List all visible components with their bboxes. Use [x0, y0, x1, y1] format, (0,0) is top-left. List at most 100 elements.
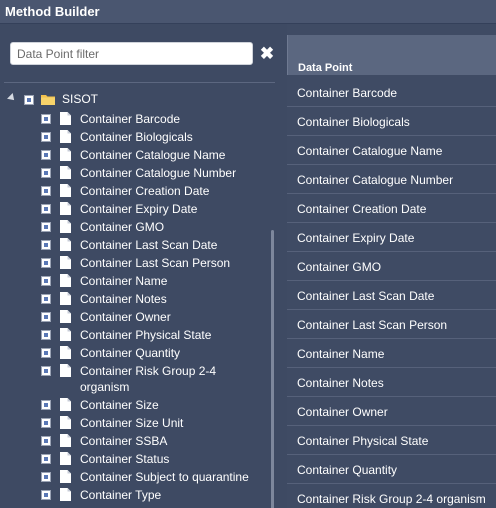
grid-row[interactable]: Container GMO	[287, 252, 496, 281]
tree-scrollbar[interactable]	[271, 230, 274, 508]
tree-checkbox[interactable]	[41, 330, 51, 340]
tree-item[interactable]: Container Size Unit	[0, 413, 270, 431]
grid-row[interactable]: Container Creation Date	[287, 194, 496, 223]
tree-checkbox[interactable]	[41, 258, 51, 268]
tree-item-label: Container Risk Group 2-4 organism	[80, 364, 217, 394]
grid-row[interactable]: Container Last Scan Date	[287, 281, 496, 310]
tree-item[interactable]: Container Biologicals	[0, 127, 270, 145]
data-point-tree: SISOT Container Barcode Container Biologi…	[0, 91, 270, 503]
tree-checkbox[interactable]	[41, 186, 51, 196]
tree-item[interactable]: Container Expiry Date	[0, 199, 270, 217]
tree-checkbox[interactable]	[41, 348, 51, 358]
tree-item[interactable]: Container Size	[0, 395, 270, 413]
tree-item[interactable]: Container Last Scan Date	[0, 235, 270, 253]
grid-cell-data-point: Container Expiry Date	[297, 231, 415, 245]
tree-item-label: Container GMO	[80, 220, 165, 234]
grid-cell-data-point: Container Notes	[297, 376, 384, 390]
grid-header[interactable]: Data Point	[287, 35, 496, 75]
document-icon	[60, 184, 71, 197]
document-icon	[60, 416, 71, 429]
tree-checkbox[interactable]	[41, 168, 51, 178]
grid-row[interactable]: Container Physical State	[287, 426, 496, 455]
tree-checkbox[interactable]	[41, 132, 51, 142]
tree-item-label: Container Biologicals	[80, 130, 193, 144]
tree-checkbox[interactable]	[41, 454, 51, 464]
tree-checkbox[interactable]	[41, 490, 51, 500]
grid-row[interactable]: Container Expiry Date	[287, 223, 496, 252]
tree-checkbox[interactable]	[41, 114, 51, 124]
grid-row[interactable]: Container Notes	[287, 368, 496, 397]
divider	[4, 82, 275, 83]
tree-checkbox[interactable]	[41, 312, 51, 322]
grid-cell-data-point: Container Last Scan Date	[297, 289, 435, 303]
document-icon	[60, 310, 71, 323]
grid-row[interactable]: Container Last Scan Person	[287, 310, 496, 339]
grid-cell-data-point: Container Creation Date	[297, 202, 427, 216]
tree-item[interactable]: Container SSBA	[0, 431, 270, 449]
tree-item[interactable]: Container Last Scan Person	[0, 253, 270, 271]
document-icon	[60, 328, 71, 341]
tree-item[interactable]: Container Subject to quarantine	[0, 467, 270, 485]
grid-row[interactable]: Container Owner	[287, 397, 496, 426]
close-icon[interactable]: ✖	[259, 43, 275, 65]
tree-checkbox[interactable]	[41, 150, 51, 160]
data-point-filter-input[interactable]	[10, 42, 253, 65]
tree-children: Container Barcode Container Biologicals Co…	[0, 109, 270, 503]
grid-row[interactable]: Container Barcode	[287, 78, 496, 107]
tree-checkbox[interactable]	[41, 276, 51, 286]
document-icon	[60, 398, 71, 411]
tree-checkbox[interactable]	[41, 418, 51, 428]
tree-item[interactable]: Container GMO	[0, 217, 270, 235]
tree-item-label: Container Size	[80, 398, 159, 412]
document-icon	[60, 130, 71, 143]
tree-checkbox[interactable]	[24, 95, 34, 105]
tree-item[interactable]: Container Type	[0, 485, 270, 503]
tree-item[interactable]: Container Quantity	[0, 343, 270, 361]
tree-checkbox[interactable]	[41, 400, 51, 410]
tree-item[interactable]: Container Physical State	[0, 325, 270, 343]
expand-arrow-icon[interactable]	[7, 93, 17, 103]
grid-row[interactable]: Container Name	[287, 339, 496, 368]
tree-item[interactable]: Container Creation Date	[0, 181, 270, 199]
grid-row[interactable]: Container Biologicals	[287, 107, 496, 136]
tree-checkbox[interactable]	[41, 204, 51, 214]
tree-checkbox[interactable]	[41, 366, 51, 376]
tree-item[interactable]: Container Status	[0, 449, 270, 467]
grid-row[interactable]: Container Catalogue Number	[287, 165, 496, 194]
tree-item-label: Container SSBA	[80, 434, 168, 448]
tree-item-label: Container Status	[80, 452, 170, 466]
document-icon	[60, 364, 71, 377]
tree-item-label: Container Owner	[80, 310, 171, 324]
tree-item-label: Container Quantity	[80, 346, 181, 360]
tree-checkbox[interactable]	[41, 472, 51, 482]
tree-item[interactable]: Container Name	[0, 271, 270, 289]
grid-rows: Container Barcode Container Biologicals Co…	[287, 78, 496, 508]
grid-row[interactable]: Container Quantity	[287, 455, 496, 484]
grid-cell-data-point: Container Catalogue Number	[297, 173, 454, 187]
document-icon	[60, 274, 71, 287]
grid-cell-data-point: Container Barcode	[297, 86, 398, 100]
document-icon	[60, 112, 71, 125]
tree-item[interactable]: Container Catalogue Number	[0, 163, 270, 181]
tree-item[interactable]: Container Notes	[0, 289, 270, 307]
tree-item-label: Container Barcode	[80, 112, 181, 126]
tree-item[interactable]: Container Risk Group 2-4 organism	[0, 361, 270, 395]
tree-checkbox[interactable]	[41, 294, 51, 304]
grid-cell-data-point: Container Last Scan Person	[297, 318, 448, 332]
tree-checkbox[interactable]	[41, 240, 51, 250]
tree-item[interactable]: Container Catalogue Name	[0, 145, 270, 163]
tree-item[interactable]: Container Barcode	[0, 109, 270, 127]
tree-item[interactable]: Container Owner	[0, 307, 270, 325]
tree-checkbox[interactable]	[41, 222, 51, 232]
document-icon	[60, 434, 71, 447]
tree-item-label: Container Size Unit	[80, 416, 184, 430]
grid-row[interactable]: Container Catalogue Name	[287, 136, 496, 165]
grid-cell-data-point: Container Risk Group 2-4 organism	[297, 492, 486, 506]
folder-icon	[41, 95, 55, 105]
tree-node-label: SISOT	[62, 92, 99, 106]
tree-node-sisot[interactable]: SISOT	[0, 91, 270, 109]
document-icon	[60, 292, 71, 305]
tree-checkbox[interactable]	[41, 436, 51, 446]
tree-item-label: Container Last Scan Person	[80, 256, 231, 270]
grid-row[interactable]: Container Risk Group 2-4 organism	[287, 484, 496, 508]
